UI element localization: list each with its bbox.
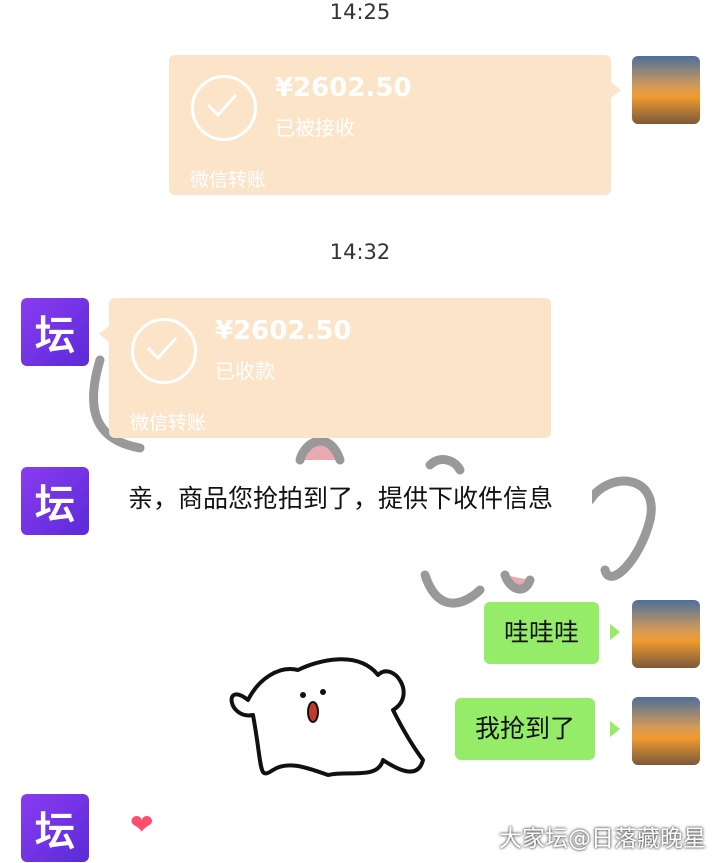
transfer-brand: 微信转账 [190, 169, 267, 191]
timestamp: 14:32 [329, 240, 391, 264]
user-avatar[interactable] [632, 600, 700, 668]
check-icon [191, 75, 257, 141]
timestamp: 14:25 [329, 0, 391, 24]
transfer-card[interactable]: ¥2602.50 已收款 微信转账 [109, 298, 551, 438]
user-avatar[interactable] [632, 697, 700, 765]
check-icon [131, 318, 197, 384]
transfer-status: 已收款 [215, 359, 275, 383]
bubble-tail [611, 82, 621, 98]
transfer-status: 已被接收 [275, 116, 355, 140]
forum-avatar[interactable]: 坛 [21, 467, 89, 535]
transfer-amount: ¥2602.50 [215, 316, 352, 346]
dog-sticker [229, 657, 425, 777]
forum-avatar[interactable]: 坛 [21, 298, 89, 366]
message-bubble[interactable]: 我抢到了 [455, 698, 596, 760]
bubble-tail [99, 326, 109, 342]
watermark: 大家坛@日落藏晚星 [499, 826, 706, 852]
message-bubble[interactable]: 哇哇哇 [484, 602, 600, 664]
transfer-amount: ¥2602.50 [275, 73, 412, 103]
bubble-tail [610, 721, 620, 737]
forum-avatar[interactable]: 坛 [21, 794, 89, 862]
bubble-tail [610, 624, 620, 640]
message-bubble[interactable]: 亲，商品您抢拍到了，提供下收件信息 [114, 482, 592, 516]
transfer-brand: 微信转账 [130, 412, 207, 434]
heart-emoji[interactable]: ❤ [130, 808, 153, 841]
transfer-card[interactable]: ¥2602.50 已被接收 微信转账 [169, 55, 611, 195]
user-avatar[interactable] [632, 56, 700, 124]
